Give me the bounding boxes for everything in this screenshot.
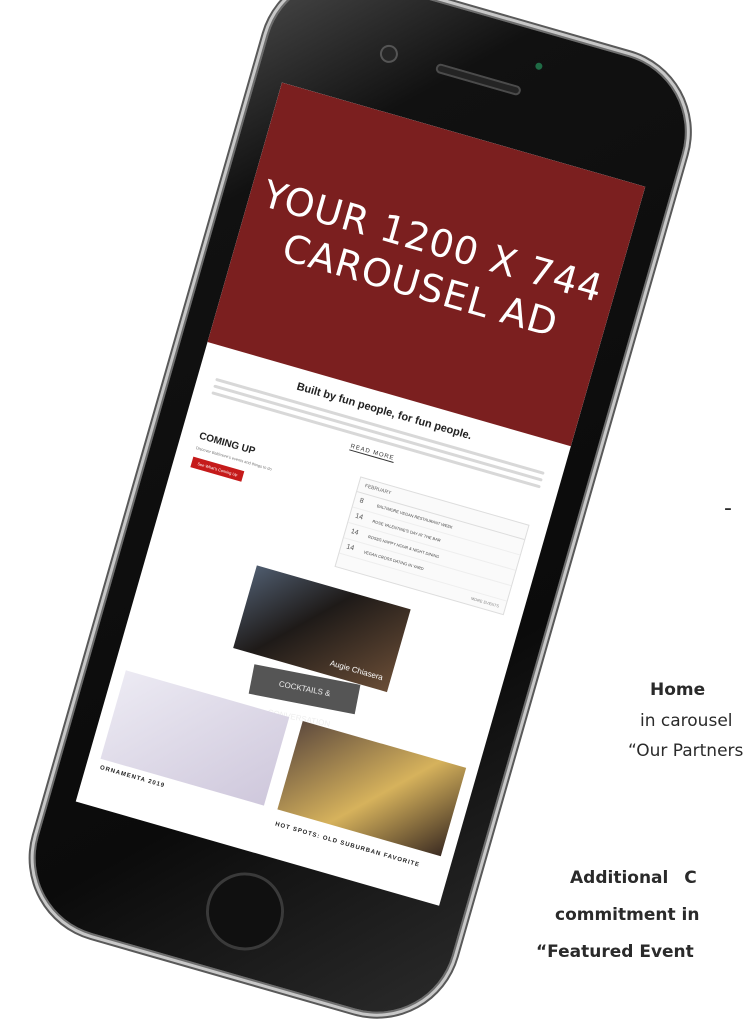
gallery-tile-title: HOT SPOTS: OLD SUBURBAN FAVORITE <box>274 821 421 869</box>
side-home-label: Home <box>650 680 706 700</box>
event-date: 14 <box>349 528 360 537</box>
earpiece-speaker <box>434 62 523 97</box>
side-our-partners-label: “Our Partners <box>628 741 744 761</box>
side-dash-mark: - <box>724 496 732 521</box>
video-caption: Augie Chiasera <box>328 658 384 683</box>
carousel-ad-text: YOUR 1200 X 744 CAROUSEL AD <box>257 172 609 346</box>
event-date: 8 <box>358 497 365 506</box>
home-button[interactable] <box>196 863 294 960</box>
read-more-link[interactable]: READ MORE <box>349 443 395 463</box>
side-commitment-label: commitment in <box>555 905 700 925</box>
front-camera <box>377 42 401 66</box>
side-in-carousel-label: in carousel <box>640 711 733 731</box>
phone-screen: YOUR 1200 X 744 CAROUSEL AD Built by fun… <box>75 82 646 906</box>
proximity-sensor <box>534 61 544 71</box>
side-featured-label: “Featured Event <box>536 942 694 962</box>
event-date: 14 <box>345 543 355 553</box>
gallery-tile-title: ORNAMENTA 2019 <box>99 765 166 790</box>
side-additional-label: Additional C <box>570 868 697 888</box>
event-date: 14 <box>354 512 364 522</box>
